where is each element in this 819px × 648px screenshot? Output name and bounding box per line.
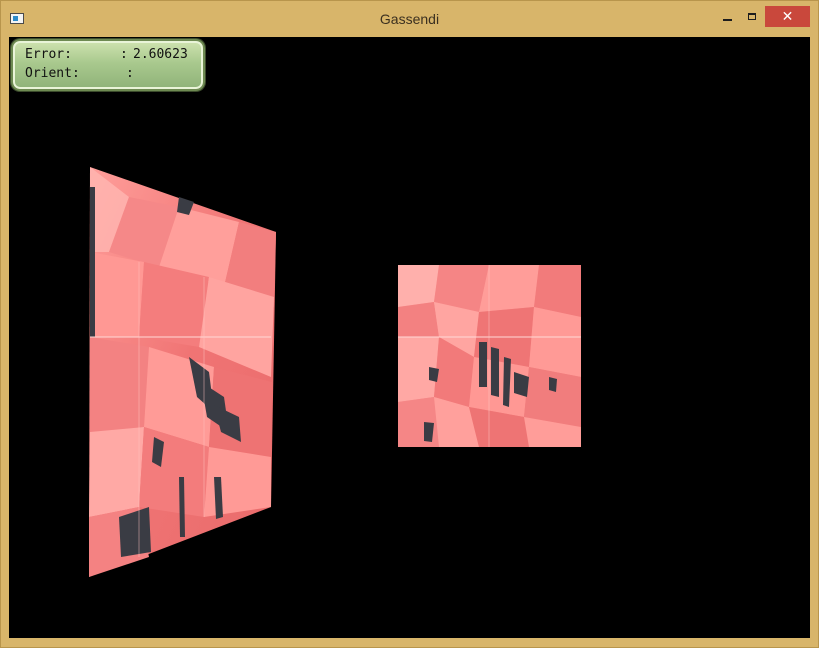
surface-panel-left [89, 167, 276, 577]
surface-panel-right [398, 265, 581, 447]
close-button[interactable]: ✕ [765, 6, 810, 27]
close-icon: ✕ [781, 8, 794, 25]
hud-error-value: 2.60623 [133, 47, 188, 62]
app-window: Gassendi ✕ Error:: 2.60623 Orient:: [0, 0, 819, 648]
maximize-icon [748, 13, 756, 20]
hud-error-colon: : [120, 47, 128, 62]
minimize-icon [722, 18, 732, 21]
hud-error-label: Error: [25, 47, 72, 62]
title-bar[interactable]: Gassendi ✕ [1, 1, 818, 37]
hud-orient-row: Orient: : [25, 66, 201, 84]
window-title: Gassendi [379, 11, 440, 27]
hud-orient-label: Orient: [25, 66, 80, 81]
hud-orient-colon: : [126, 66, 134, 81]
hud-overlay: Error: : 2.60623 Orient: : [11, 39, 205, 91]
maximize-button[interactable] [737, 6, 767, 27]
hud-error-row: Error: : 2.60623 [25, 47, 201, 65]
render-viewport[interactable]: Error: : 2.60623 Orient: : [9, 37, 810, 638]
scene-3d [89, 167, 581, 577]
